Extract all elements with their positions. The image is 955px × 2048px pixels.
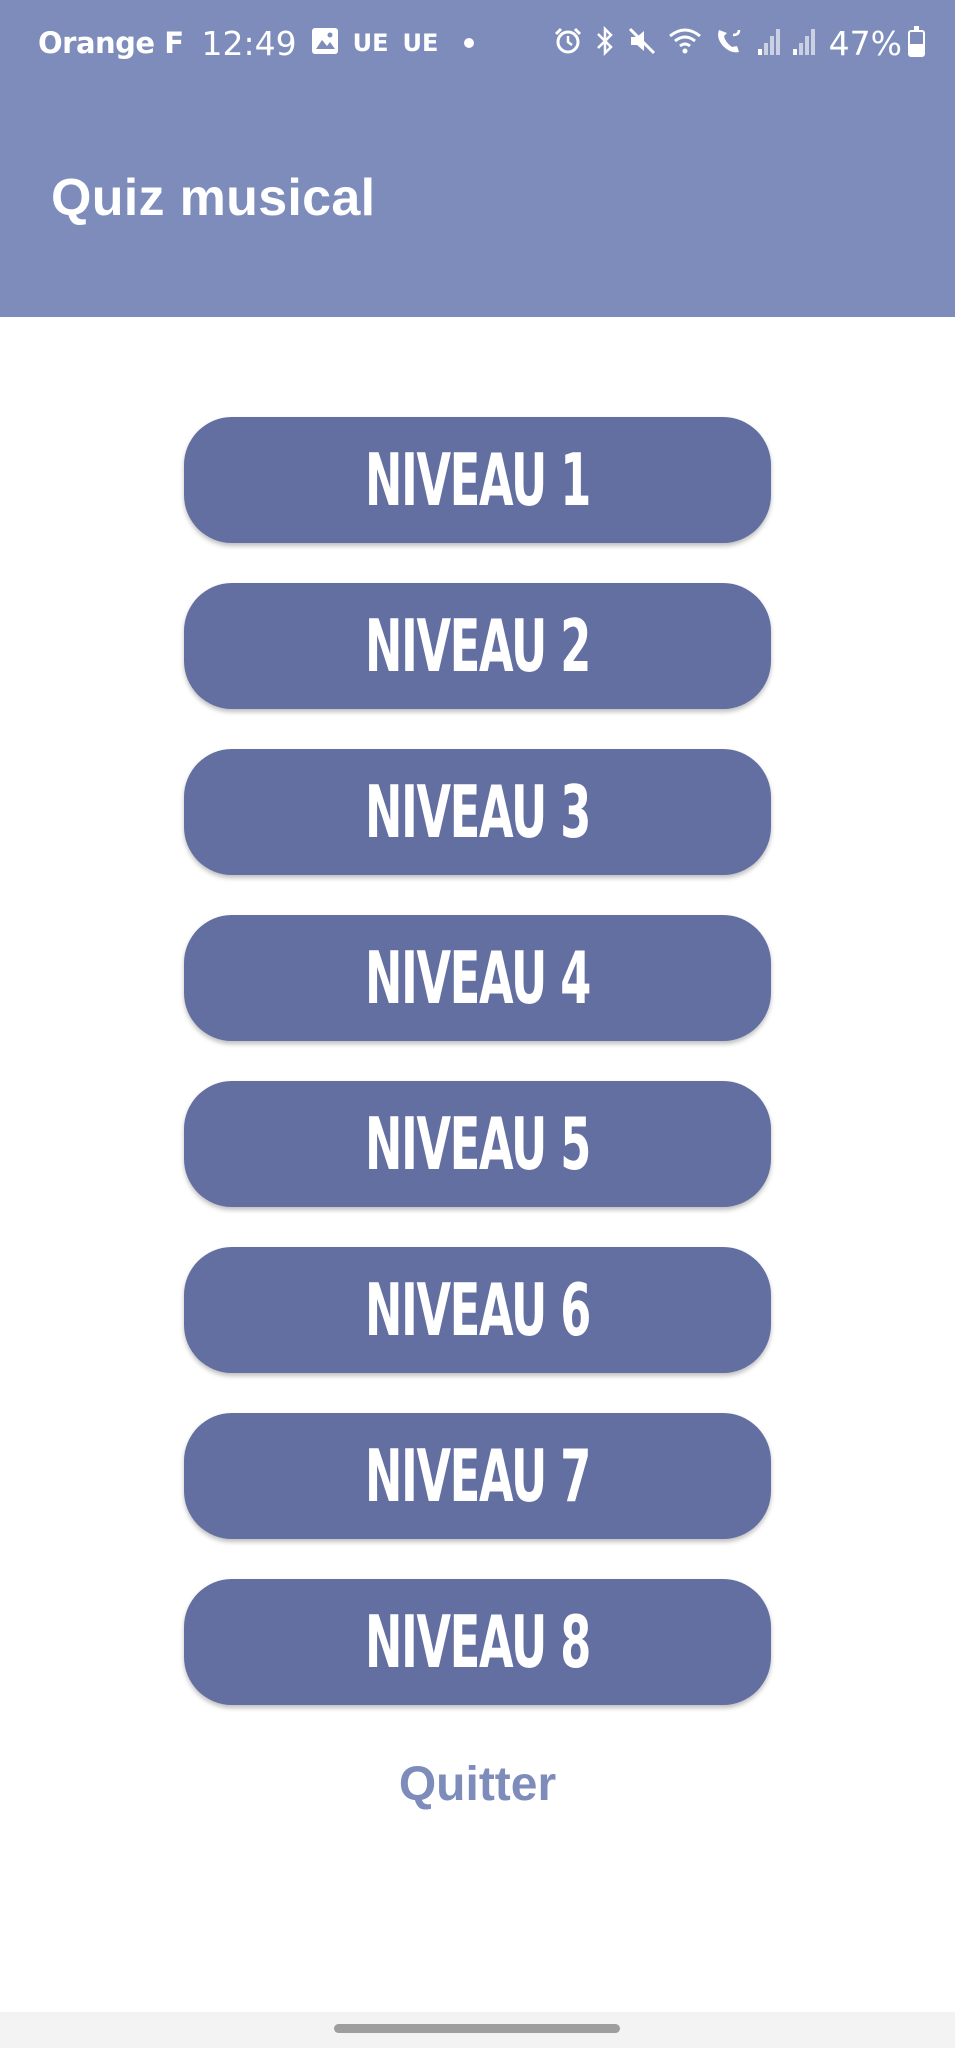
status-bar: Orange F 12:49 UE UE 47% xyxy=(0,0,955,86)
level-button-label: NIVEAU 6 xyxy=(364,1268,591,1352)
level-button-label: NIVEAU 7 xyxy=(364,1434,591,1518)
level-7-button[interactable]: NIVEAU 7 xyxy=(184,1413,771,1539)
level-button-label: NIVEAU 2 xyxy=(364,604,591,688)
level-button-label: NIVEAU 3 xyxy=(364,770,591,854)
wifi-icon xyxy=(668,26,702,60)
gallery-icon xyxy=(311,27,339,59)
level-6-button[interactable]: NIVEAU 6 xyxy=(184,1247,771,1373)
clock: 12:49 xyxy=(201,23,297,63)
app-bar: Orange F 12:49 UE UE 47% Quiz musical xyxy=(0,0,955,317)
level-5-button[interactable]: NIVEAU 5 xyxy=(184,1081,771,1207)
notification-dot xyxy=(464,38,475,48)
level-3-button[interactable]: NIVEAU 3 xyxy=(184,749,771,875)
wifi-calling-icon xyxy=(713,26,747,60)
navigation-bar xyxy=(0,2012,955,2048)
level-list: NIVEAU 1 NIVEAU 2 NIVEAU 3 NIVEAU 4 NIVE… xyxy=(184,417,771,1745)
signal-icon xyxy=(792,27,817,59)
level-8-button[interactable]: NIVEAU 8 xyxy=(184,1579,771,1705)
level-button-label: NIVEAU 1 xyxy=(364,438,591,522)
signal-icon xyxy=(757,27,782,59)
battery-level-fill xyxy=(910,43,923,55)
alarm-icon xyxy=(553,26,583,60)
carrier-name: Orange F xyxy=(38,26,184,60)
battery-percent: 47% xyxy=(828,23,902,63)
network-badge: UE xyxy=(352,29,389,57)
level-button-label: NIVEAU 5 xyxy=(364,1102,591,1186)
level-2-button[interactable]: NIVEAU 2 xyxy=(184,583,771,709)
level-button-label: NIVEAU 8 xyxy=(364,1600,591,1684)
mute-icon xyxy=(627,26,657,60)
home-gesture-handle[interactable] xyxy=(334,2024,620,2033)
page-title: Quiz musical xyxy=(51,169,376,227)
level-button-label: NIVEAU 4 xyxy=(364,936,591,1020)
level-4-button[interactable]: NIVEAU 4 xyxy=(184,915,771,1041)
network-badge: UE xyxy=(402,29,439,57)
quit-button[interactable]: Quitter xyxy=(0,1757,955,1812)
level-1-button[interactable]: NIVEAU 1 xyxy=(184,417,771,543)
bluetooth-icon xyxy=(594,25,616,60)
battery-icon xyxy=(908,25,925,57)
